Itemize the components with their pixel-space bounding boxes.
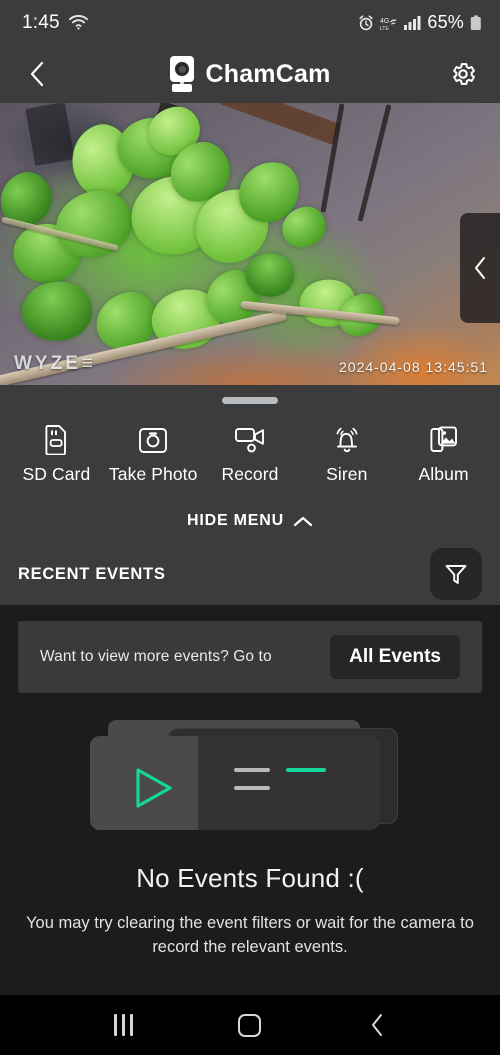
camera-action-row: SD Card Take Photo Record Siren Album: [0, 415, 500, 499]
battery-percent: 65%: [427, 12, 464, 32]
video-record-icon: [234, 423, 266, 455]
empty-state-illustration: [90, 720, 410, 835]
side-panel-toggle[interactable]: [460, 213, 500, 323]
drag-handle[interactable]: [222, 396, 278, 404]
header-center: ChamCam: [0, 45, 500, 103]
back-button[interactable]: [20, 57, 54, 91]
action-label: Siren: [326, 464, 368, 484]
illustration-line-green: [286, 768, 326, 772]
settings-button[interactable]: [446, 57, 480, 91]
wifi-icon: [68, 14, 88, 30]
funnel-filter-icon: [445, 565, 467, 584]
events-content: Want to view more events? Go to All Even…: [0, 605, 500, 995]
hide-menu-label: HIDE MENU: [187, 512, 284, 529]
recent-events-header: RECENT EVENTS: [0, 543, 500, 605]
action-album[interactable]: Album: [395, 423, 492, 485]
illustration-lines: [234, 768, 326, 790]
action-label: Album: [418, 464, 469, 484]
banner-text: Want to view more events? Go to: [40, 648, 272, 665]
empty-state-message: You may try clearing the event filters o…: [26, 914, 474, 956]
illustration-line-gray: [234, 768, 270, 772]
chevron-up-icon: [293, 516, 313, 526]
signal-bars-icon: [404, 15, 421, 30]
illustration-line-gray: [234, 786, 270, 790]
action-label: Take Photo: [108, 464, 198, 484]
app-screen: 1:45 4G LTE 65% ChamCam WYZE≡ 2024-04-08…: [0, 0, 500, 1055]
app-header: ChamCam: [0, 45, 500, 103]
gear-icon: [453, 63, 475, 85]
battery-icon: [470, 14, 482, 31]
page-title: ChamCam: [205, 59, 331, 88]
siren-bell-icon: [331, 423, 363, 455]
action-sd-card[interactable]: SD Card: [8, 423, 105, 485]
system-back-button[interactable]: [347, 1002, 407, 1048]
video-watermark: WYZE≡: [14, 353, 96, 374]
camera-live-view[interactable]: WYZE≡ 2024-04-08 13:45:51: [0, 103, 500, 385]
chevron-left-icon: [30, 61, 44, 87]
recent-events-title: RECENT EVENTS: [18, 564, 166, 583]
status-bar-right: 4G LTE 65%: [358, 12, 482, 33]
recents-button[interactable]: [93, 1002, 153, 1048]
svg-text:4G: 4G: [380, 18, 389, 25]
action-take-photo[interactable]: Take Photo: [105, 423, 202, 485]
camera-device-icon: [169, 56, 195, 92]
system-nav-bar: [0, 995, 500, 1055]
back-chevron-icon: [371, 1014, 382, 1036]
alarm-icon: [358, 14, 374, 31]
sd-card-icon: [43, 423, 70, 455]
video-timestamp: 2024-04-08 13:45:51: [339, 359, 488, 375]
all-events-button[interactable]: All Events: [330, 635, 460, 679]
status-bar-left: 1:45: [22, 12, 88, 34]
action-record[interactable]: Record: [202, 423, 299, 485]
status-time: 1:45: [22, 11, 60, 33]
action-label: Record: [221, 464, 279, 484]
events-filter-button[interactable]: [430, 548, 482, 600]
empty-state-title: No Events Found :(: [136, 863, 364, 893]
home-icon: [238, 1013, 262, 1037]
album-photos-icon: [429, 423, 459, 455]
lte-4g-icon: 4G LTE: [380, 15, 398, 32]
play-icon: [132, 766, 180, 815]
home-button[interactable]: [220, 1002, 280, 1048]
hide-menu-button[interactable]: HIDE MENU: [0, 499, 500, 543]
svg-text:LTE: LTE: [380, 26, 389, 31]
panel-drag-handle-area[interactable]: [0, 385, 500, 415]
camera-icon: [138, 423, 168, 455]
chevron-left-icon: [474, 257, 485, 279]
more-events-banner: Want to view more events? Go to All Even…: [18, 621, 482, 693]
status-bar: 1:45 4G LTE 65%: [0, 0, 500, 45]
action-label: SD Card: [22, 464, 91, 484]
recents-icon: [113, 1014, 133, 1036]
action-siren[interactable]: Siren: [298, 423, 395, 485]
